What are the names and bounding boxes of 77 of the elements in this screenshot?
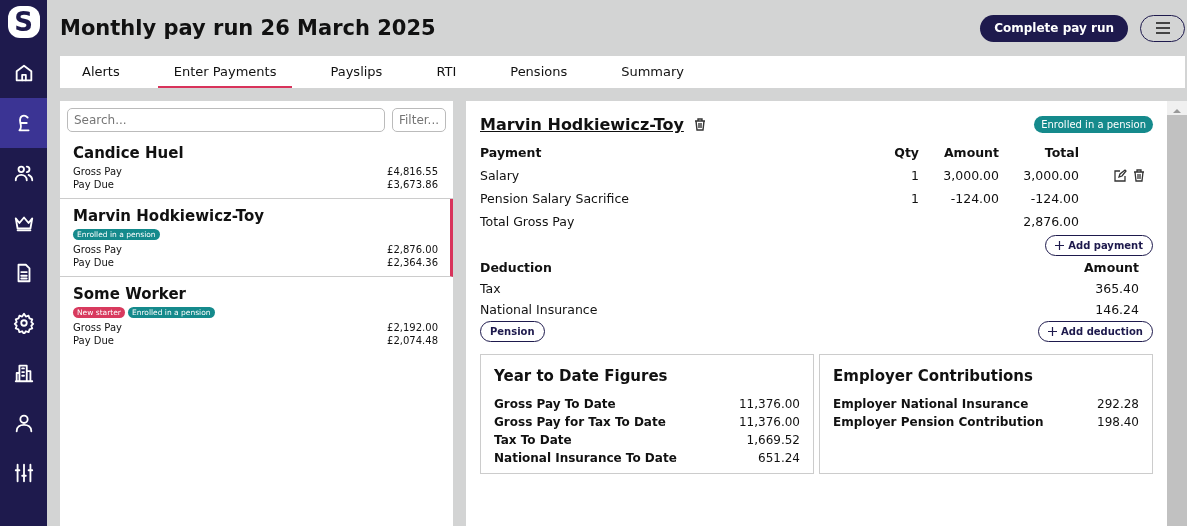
tab[interactable]: Enter Payments [157,56,293,88]
card-title: Employer Contributions [833,367,1034,385]
pay-value: £2,876.00 [387,244,438,255]
app-logo[interactable]: S [7,6,40,38]
gear-icon [12,312,35,334]
pay-value: £2,074.48 [387,335,438,346]
column-header: Deduction [480,260,553,275]
search-field[interactable]: Search... [67,108,385,132]
employee-name: Marvin Hodkiewicz-Toy [73,207,266,225]
table-cell-text: Salary [480,167,521,183]
table-cell-text: -124.00 [949,190,999,206]
table-cell-text: Tax [480,281,502,296]
menu-icon [1154,22,1171,34]
figure-value: 198.40 [1097,415,1139,429]
column-header: Amount [942,144,999,160]
tab[interactable]: Payslips [314,56,399,88]
figure-value: 292.28 [1097,397,1139,411]
edit-icon[interactable] [1114,168,1127,182]
table-cell-text: 2,876.00 [1022,213,1079,229]
figure-label: National Insurance To Date [494,451,677,465]
pay-value: £4,816.55 [387,166,438,177]
table-cell-text: National Insurance [480,302,599,317]
tab[interactable]: Alerts [66,56,136,88]
figure-label: Employer National Insurance [833,397,1029,411]
figure-label: Gross Pay for Tax To Date [494,415,666,429]
figure-value: 11,376.00 [738,415,800,429]
employee-name: Candice Huel [73,144,185,162]
card-title: Year to Date Figures [494,367,669,385]
pay-label: Gross Pay [73,244,122,255]
column-header: Payment [480,144,543,160]
table-cell-text: 1 [910,167,919,183]
page-title: Monthly pay run 26 March 2025 [60,16,437,40]
employee-name: Some Worker [73,285,187,303]
column-header: Qty [893,144,919,160]
column-header: Amount [1082,260,1139,275]
figure-value: 11,376.00 [738,397,800,411]
pay-value: £3,673.86 [387,179,438,190]
column-header: Total [1043,144,1079,160]
pay-label: Pay Due [73,257,114,268]
nav-item[interactable] [0,98,47,148]
pay-label: Gross Pay [73,166,122,177]
building-icon [12,362,35,384]
pay-value: £2,192.00 [387,322,438,333]
figure-label: Gross Pay To Date [494,397,616,411]
table-cell-text: Total Gross Pay [480,213,576,229]
employee-item[interactable]: Candice Huel Gross Pay £4,816.55 Pay Due £3,673.86 [60,136,453,199]
tab[interactable]: Pensions [494,56,584,88]
pay-label: Gross Pay [73,322,122,333]
table-cell-text: 3,000.00 [1022,167,1079,183]
table-cell-text: Pension Salary Sacrifice [480,190,630,206]
pay-label: Pay Due [73,179,114,190]
plus-icon [1048,327,1058,336]
filter-field[interactable]: Filter... [392,108,446,132]
tab[interactable]: Summary [605,56,701,88]
figure-value: 1,669.52 [746,433,800,447]
sliders-icon [12,462,35,484]
delete-icon[interactable] [1133,168,1145,182]
plus-icon [1055,241,1065,250]
employee-name-link[interactable]: Marvin Hodkiewicz-Toy [480,115,684,134]
tab[interactable]: RTI [420,56,473,88]
figure-label: Employer Pension Contribution [833,415,1044,429]
pay-label: Pay Due [73,335,114,346]
table-cell-text: -124.00 [1029,190,1079,206]
table-cell-text: 365.40 [1094,281,1139,296]
pension-button[interactable]: Pension [480,321,545,342]
table-cell-text: 1 [910,190,919,206]
figure-value: 651.24 [758,451,800,465]
figure-label: Tax To Date [494,433,572,447]
complete-pay-run-button[interactable]: Complete pay run [980,14,1128,42]
add-payment-button[interactable]: Add payment [1045,235,1153,256]
scrollbar[interactable] [1167,101,1187,526]
add-deduction-button[interactable]: Add deduction [1038,321,1153,342]
table-cell-text: 3,000.00 [942,167,999,183]
pay-value: £2,364.36 [387,257,438,268]
status-tag: Enrolled in a pension [1034,116,1153,133]
table-cell-text: 146.24 [1094,302,1139,317]
delete-icon[interactable] [693,118,706,131]
